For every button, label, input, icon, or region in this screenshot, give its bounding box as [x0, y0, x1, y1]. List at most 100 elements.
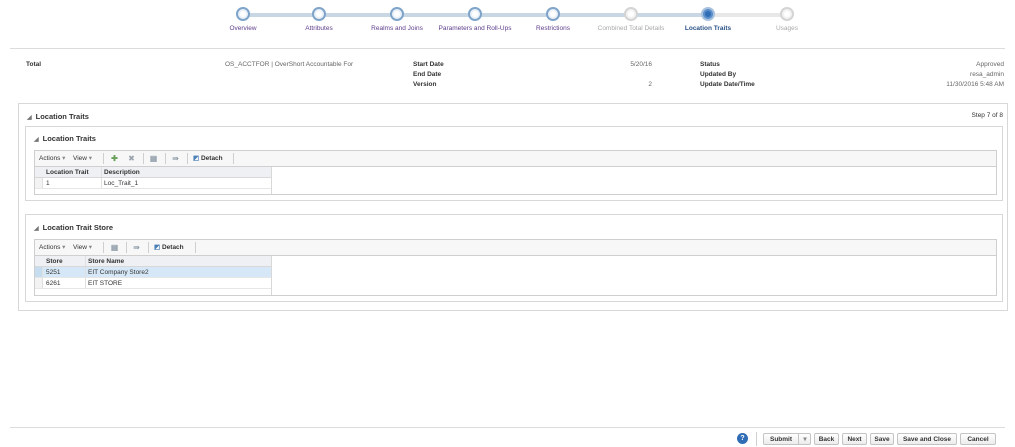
toolbar-separator: [195, 242, 196, 253]
footer-separator: [756, 432, 757, 446]
store-name-cell: EIT STORE: [88, 280, 123, 287]
train-step-label: Overview: [229, 25, 257, 32]
detach-button[interactable]: ◩ Detach: [193, 151, 223, 166]
train-step-attributes[interactable]: Attributes: [279, 7, 359, 33]
toolbar-separator: [165, 153, 166, 164]
train-step-label: Parameters and Roll-Ups: [438, 25, 512, 32]
panel-title: Location Traits: [42, 134, 96, 143]
dropdown-arrow-icon: ▾: [62, 244, 66, 251]
location-traits-panel: ◢ Location Traits Actions ▾ View ▾ ✚ ✖ ▦ …: [25, 126, 1003, 201]
train-divider: [10, 48, 1005, 49]
description-cell: Loc_Trait_1: [104, 180, 139, 187]
location-trait-store-table: Store Store Name 5251 EIT Company Store2…: [34, 255, 997, 296]
train-step-restrictions[interactable]: Restrictions: [513, 7, 593, 33]
next-button[interactable]: Next: [842, 433, 867, 445]
version-value: 2: [648, 81, 652, 88]
start-date-label: Start Date: [413, 61, 444, 68]
store-cell: 5251: [46, 269, 61, 276]
train-navigation: Overview Attributes Realms and Joins Par…: [0, 0, 1015, 48]
train-step-label: Attributes: [305, 25, 333, 32]
location-traits-section-header[interactable]: ◢ Location Traits: [27, 112, 89, 121]
collapse-triangle-icon: ◢: [34, 137, 39, 143]
table-row[interactable]: 1 Loc_Trait_1: [35, 178, 271, 189]
cancel-button[interactable]: Cancel: [960, 433, 996, 445]
train-step-usages: Usages: [747, 7, 827, 33]
train-step-realms-and-joins[interactable]: Realms and Joins: [357, 7, 437, 33]
actions-menu[interactable]: Actions ▾: [39, 151, 65, 166]
submit-button[interactable]: Submit ▾: [763, 433, 811, 445]
table-header: Store Store Name: [35, 256, 271, 267]
summary-name: Total: [26, 61, 42, 68]
store-cell: 6261: [46, 280, 61, 287]
table-header: Location Trait Description: [35, 167, 271, 178]
dropdown-arrow-icon: ▾: [88, 155, 93, 162]
train-stop-icon: [546, 7, 560, 21]
location-trait-store-panel: ◢ Location Trait Store Actions ▾ View ▾ ▦…: [25, 214, 1003, 302]
train-step-parameters-and-roll-ups[interactable]: Parameters and Roll-Ups: [435, 7, 515, 33]
table-row[interactable]: 6261 EIT STORE: [35, 278, 271, 289]
updated-by-value: resa_admin: [970, 71, 1004, 78]
section-title: Location Traits: [35, 112, 89, 121]
export-icon[interactable]: ⇛: [171, 154, 180, 163]
train-step-label: Usages: [775, 25, 799, 32]
update-datetime-value: 11/30/2016 5:48 AM: [946, 81, 1004, 88]
updated-by-label: Updated By: [700, 71, 737, 78]
export-icon[interactable]: ⇛: [132, 243, 141, 252]
actions-menu[interactable]: Actions ▾: [39, 240, 65, 255]
location-traits-table: Location Trait Description 1 Loc_Trait_1: [34, 166, 997, 195]
status-label: Status: [700, 61, 720, 68]
location-traits-toolbar: Actions ▾ View ▾ ✚ ✖ ▦ ⇛ ◩ Detach: [34, 150, 997, 166]
detach-button[interactable]: ◩ Detach: [154, 240, 184, 255]
store-name-cell: EIT Company Store2: [88, 269, 149, 276]
train-step-label: Combined Total Details: [597, 25, 665, 32]
location-trait-store-panel-header[interactable]: ◢ Location Trait Store: [34, 223, 113, 232]
toolbar-separator: [187, 153, 188, 164]
submit-dropdown-icon[interactable]: ▾: [799, 434, 811, 445]
train-stop-icon: [780, 7, 794, 21]
train-step-overview[interactable]: Overview: [203, 7, 283, 33]
version-label: Version: [413, 81, 437, 88]
back-button[interactable]: Back: [814, 433, 839, 445]
location-trait-cell: 1: [46, 180, 50, 187]
status-value: Approved: [976, 61, 1004, 68]
submit-label: Submit: [769, 436, 793, 443]
train-stop-icon: [468, 7, 482, 21]
train-stop-icon: [624, 7, 638, 21]
detach-icon: ◩: [193, 155, 200, 162]
table-row-selected[interactable]: 5251 EIT Company Store2: [35, 267, 271, 278]
footer-divider: [10, 427, 1005, 428]
location-traits-panel-header[interactable]: ◢ Location Traits: [34, 134, 96, 143]
header-summary: Total OS_ACCTFOR | OverShort Accountable…: [0, 60, 1015, 94]
location-trait-store-toolbar: Actions ▾ View ▾ ▦ ⇛ ◩ Detach: [34, 239, 997, 255]
train-step-label: Location Traits: [684, 25, 732, 32]
panel-title: Location Trait Store: [42, 223, 114, 232]
detach-icon: ◩: [154, 244, 161, 251]
column-header-description[interactable]: Description: [101, 167, 271, 178]
delete-row-icon[interactable]: ✖: [127, 154, 136, 163]
column-header-store-name[interactable]: Store Name: [85, 256, 271, 267]
train-step-label: Realms and Joins: [371, 25, 423, 32]
train-stop-icon: [701, 7, 715, 21]
train-stop-icon: [312, 7, 326, 21]
column-header-location-trait[interactable]: Location Trait: [43, 167, 101, 178]
train-step-location-traits[interactable]: Location Traits: [668, 7, 748, 33]
save-button[interactable]: Save: [870, 433, 894, 445]
freeze-column-icon[interactable]: ▦: [110, 243, 119, 252]
summary-code: OS_ACCTFOR | OverShort Accountable For: [225, 61, 354, 68]
update-datetime-label: Update Date/Time: [700, 81, 755, 88]
add-row-icon[interactable]: ✚: [110, 154, 119, 163]
end-date-label: End Date: [413, 71, 442, 78]
step-indicator: Step 7 of 8: [971, 112, 1003, 119]
freeze-column-icon[interactable]: ▦: [149, 154, 158, 163]
toolbar-separator: [233, 153, 234, 164]
collapse-triangle-icon: ◢: [34, 226, 39, 232]
toolbar-separator: [143, 153, 144, 164]
help-icon[interactable]: ?: [737, 433, 748, 444]
view-menu[interactable]: View ▾: [73, 240, 92, 255]
view-menu[interactable]: View ▾: [73, 151, 92, 166]
location-traits-section: ◢ Location Traits Step 7 of 8 ◢ Location T…: [18, 103, 1008, 311]
dropdown-arrow-icon: ▾: [62, 155, 66, 162]
column-header-store[interactable]: Store: [43, 256, 85, 267]
save-and-close-button[interactable]: Save and Close: [897, 433, 957, 445]
train-stop-icon: [236, 7, 250, 21]
